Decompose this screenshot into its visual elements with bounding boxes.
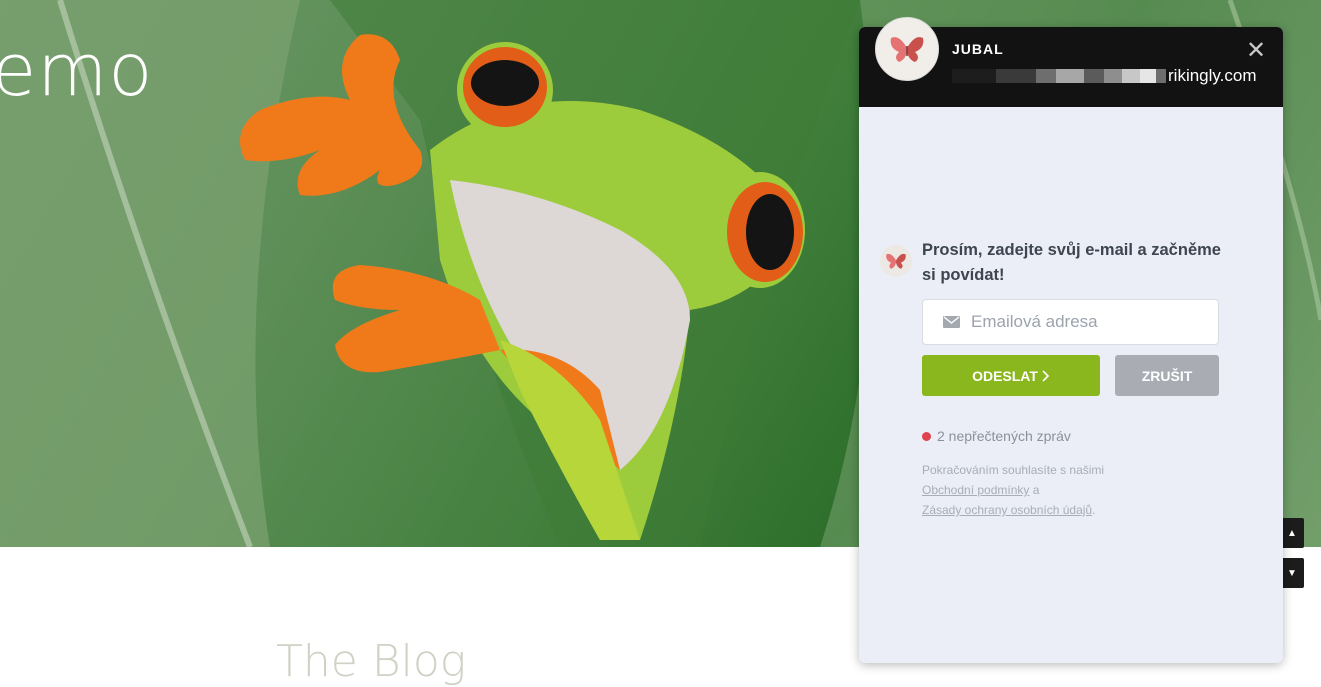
- unread-messages-indicator: 2 nepřečtených zpráv: [922, 428, 1071, 444]
- chat-header-name: JUBAL: [952, 41, 1004, 57]
- terms-end-text: .: [1092, 503, 1096, 517]
- mail-icon: [943, 316, 960, 328]
- terms-of-service-link[interactable]: Obchodní podmínky: [922, 483, 1029, 497]
- chat-header-domain-text: rikingly.com: [1168, 66, 1257, 85]
- chevron-right-icon: [1042, 369, 1050, 382]
- send-button-label: ODESLAT: [972, 367, 1038, 384]
- unread-dot-icon: [922, 431, 931, 441]
- arrow-down-icon: ▼: [1287, 567, 1297, 579]
- cancel-button[interactable]: ZRUŠIT: [1115, 355, 1219, 396]
- close-icon: ✕: [1245, 37, 1267, 64]
- chat-avatar: [875, 17, 939, 81]
- email-field-container[interactable]: [922, 299, 1219, 345]
- terms-and-text: a: [1032, 483, 1040, 497]
- chat-header-domain: rikingly.com: [952, 65, 1256, 87]
- terms-prefix-text: Pokračováním souhlasíte s našimi: [922, 463, 1105, 477]
- scroll-down-button[interactable]: ▼: [1280, 558, 1304, 588]
- terms-notice: Pokračováním souhlasíte s našimi Obchodn…: [922, 460, 1182, 520]
- unread-messages-text: 2 nepřečtených zpráv: [937, 428, 1071, 444]
- blog-section-title: The Blog: [276, 636, 467, 687]
- scroll-up-button[interactable]: ▲: [1280, 518, 1304, 548]
- hero-title: emo: [0, 28, 154, 112]
- butterfly-logo-icon: [886, 253, 906, 269]
- butterfly-logo-icon: [890, 37, 924, 62]
- send-button[interactable]: ODESLAT: [922, 355, 1100, 396]
- privacy-policy-link[interactable]: Zásady ochrany osobních údajů: [922, 503, 1092, 517]
- cancel-button-label: ZRUŠIT: [1141, 367, 1193, 384]
- email-prompt-text: Prosím, zadejte svůj e-mail a začněme si…: [922, 241, 1221, 284]
- agent-avatar: [880, 245, 912, 277]
- email-input[interactable]: [969, 311, 1203, 333]
- chat-widget: JUBAL rikingly.com ✕ Prosím, zadejte svů…: [859, 17, 1283, 663]
- redacted-text: [952, 69, 1166, 83]
- arrow-up-icon: ▲: [1287, 527, 1297, 539]
- close-button[interactable]: ✕: [1245, 37, 1267, 64]
